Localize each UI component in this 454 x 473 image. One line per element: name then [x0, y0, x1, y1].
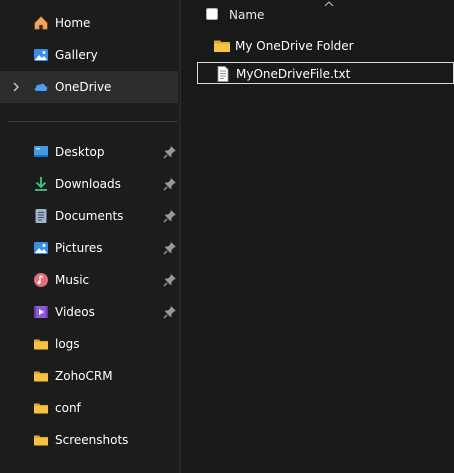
- home-icon: [33, 15, 49, 31]
- nav-label-zohocrm: ZohoCRM: [55, 369, 113, 383]
- music-icon: [33, 272, 49, 288]
- nav-item-documents[interactable]: Documents: [0, 200, 178, 232]
- pictures-icon: [33, 240, 49, 256]
- folder-icon: [33, 336, 49, 352]
- nav-separator: [8, 121, 178, 122]
- nav-item-gallery[interactable]: Gallery: [0, 39, 178, 71]
- column-header-row: Name: [181, 0, 454, 30]
- sort-ascending-icon: [324, 0, 334, 8]
- file-row-text-file[interactable]: MyOneDriveFile.txt: [197, 62, 454, 84]
- nav-label-documents: Documents: [55, 209, 124, 223]
- nav-item-videos[interactable]: Videos: [0, 296, 178, 328]
- text-file-icon: [214, 66, 232, 82]
- nav-item-desktop[interactable]: Desktop: [0, 136, 178, 168]
- nav-label-logs: logs: [55, 337, 80, 351]
- folder-icon: [33, 368, 49, 384]
- nav-item-pictures[interactable]: Pictures: [0, 232, 178, 264]
- nav-item-logs[interactable]: logs: [0, 328, 178, 360]
- nav-item-home[interactable]: Home: [0, 7, 178, 39]
- nav-label-onedrive: OneDrive: [55, 80, 112, 94]
- nav-label-music: Music: [55, 273, 90, 287]
- chevron-right-icon[interactable]: [10, 81, 22, 93]
- documents-icon: [33, 208, 49, 224]
- pin-icon[interactable]: [163, 241, 177, 255]
- downloads-icon: [33, 176, 49, 192]
- pin-icon[interactable]: [163, 209, 177, 223]
- nav-item-screenshots[interactable]: Screenshots: [0, 424, 178, 456]
- folder-icon: [33, 432, 49, 448]
- gallery-icon: [33, 47, 49, 63]
- nav-item-music[interactable]: Music: [0, 264, 178, 296]
- nav-label-conf: conf: [55, 401, 81, 415]
- videos-icon: [33, 304, 49, 320]
- select-all-checkbox[interactable]: [206, 8, 218, 20]
- pin-icon[interactable]: [163, 273, 177, 287]
- nav-item-onedrive[interactable]: OneDrive: [0, 71, 178, 103]
- folder-icon: [33, 400, 49, 416]
- nav-label-gallery: Gallery: [55, 48, 98, 62]
- nav-label-desktop: Desktop: [55, 145, 105, 159]
- navigation-pane: Home Gallery OneDrive Desktop Downloads …: [0, 0, 180, 473]
- file-row-label: MyOneDriveFile.txt: [236, 67, 351, 81]
- onedrive-cloud-icon: [33, 79, 49, 95]
- nav-label-videos: Videos: [55, 305, 95, 319]
- folder-icon: [213, 38, 231, 54]
- file-list: Name My OneDrive Folder MyOneDriveFile.t…: [181, 0, 454, 473]
- pin-icon[interactable]: [163, 305, 177, 319]
- desktop-icon: [33, 144, 49, 160]
- pin-icon[interactable]: [163, 177, 177, 191]
- nav-label-downloads: Downloads: [55, 177, 121, 191]
- nav-label-home: Home: [55, 16, 91, 30]
- nav-label-screenshots: Screenshots: [55, 433, 129, 447]
- file-row-label: My OneDrive Folder: [235, 39, 354, 53]
- nav-label-pictures: Pictures: [55, 241, 103, 255]
- file-row-folder[interactable]: My OneDrive Folder: [197, 35, 454, 57]
- column-header-name[interactable]: Name: [229, 7, 264, 23]
- pin-icon[interactable]: [163, 145, 177, 159]
- nav-item-downloads[interactable]: Downloads: [0, 168, 178, 200]
- nav-item-conf[interactable]: conf: [0, 392, 178, 424]
- nav-item-zohocrm[interactable]: ZohoCRM: [0, 360, 178, 392]
